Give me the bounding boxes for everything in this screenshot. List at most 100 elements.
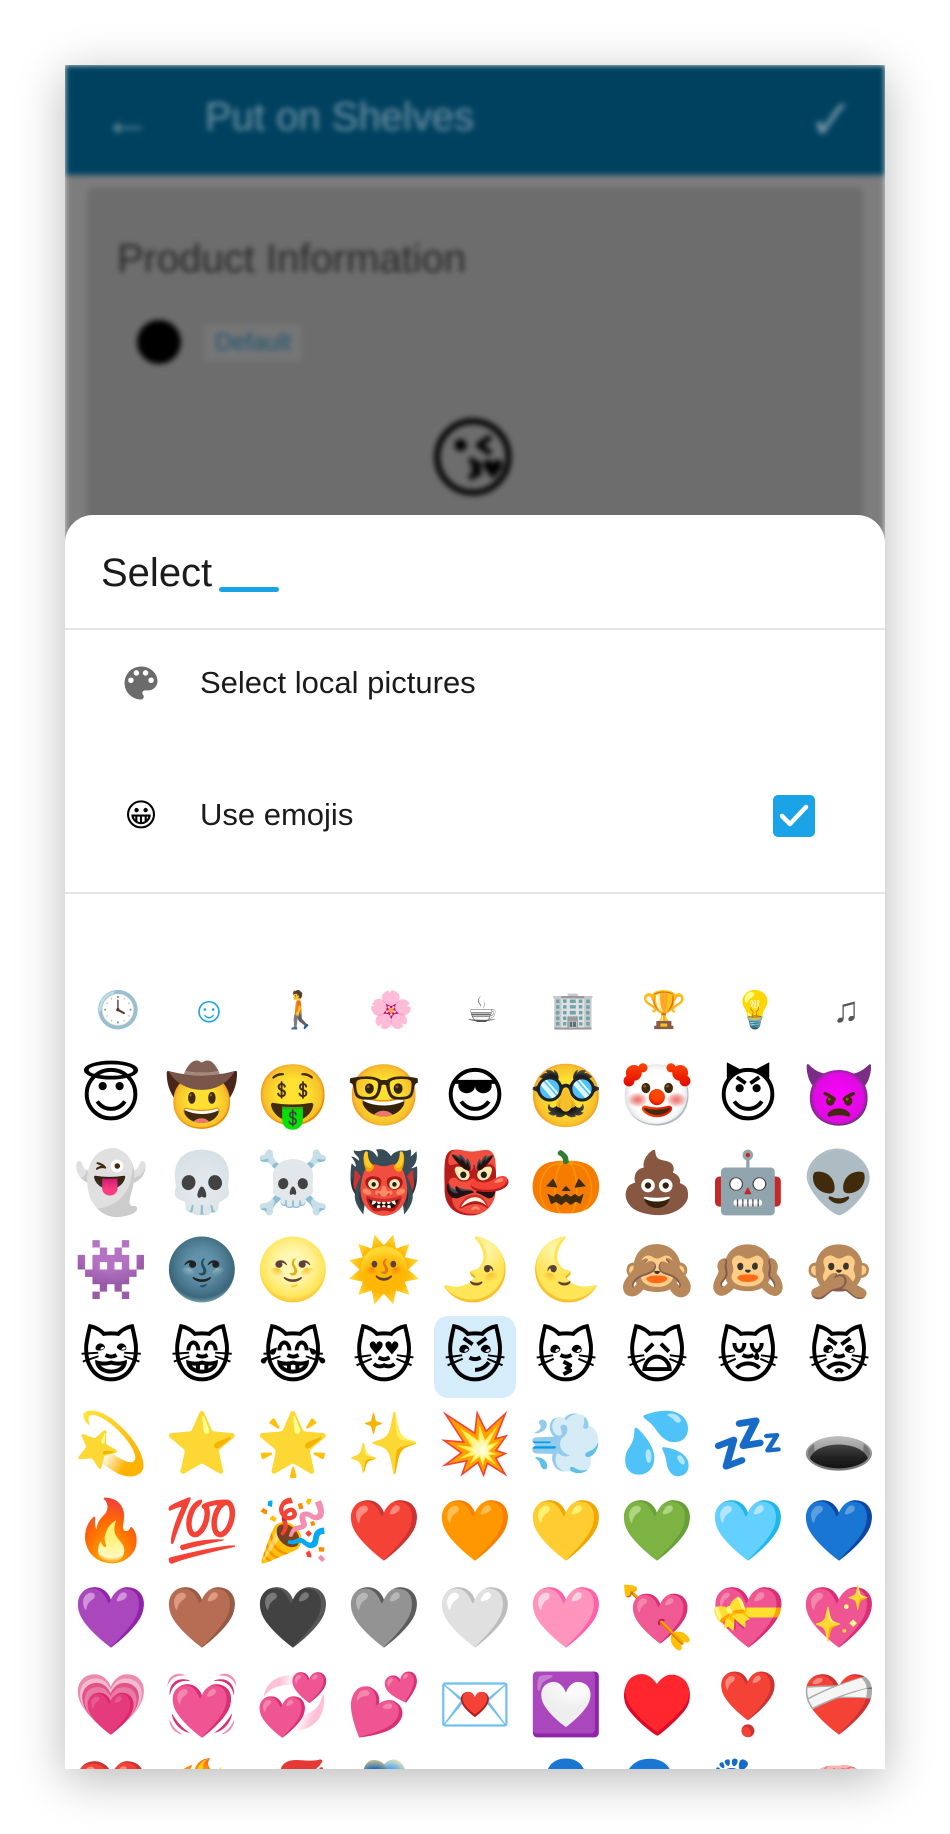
use-emojis-option[interactable]: 😀 Use emojis	[65, 765, 885, 875]
emoji-cell[interactable]: 🩶	[343, 1577, 425, 1659]
bottom-sheet: Select Select local pictures 😀 Use emoji…	[65, 515, 885, 1769]
emoji-cell[interactable]: 💜	[70, 1577, 152, 1659]
emoji-cell[interactable]: 💕	[343, 1664, 425, 1746]
emoji-cell[interactable]: 😼	[434, 1316, 516, 1398]
emoji-cell[interactable]: 🎃	[525, 1142, 607, 1224]
emoji-cell[interactable]: 💯	[161, 1490, 243, 1572]
emoji-cell[interactable]: ❤️	[343, 1490, 425, 1572]
emoji-cell[interactable]: 👺	[434, 1142, 516, 1224]
tab-activity[interactable]: 🚶	[265, 975, 335, 1045]
emoji-cell[interactable]: 🌜	[525, 1229, 607, 1311]
emoji-cell[interactable]: 😾	[798, 1316, 880, 1398]
emoji-cell[interactable]: 🙈	[616, 1229, 698, 1311]
emoji-cell[interactable]: 😺	[70, 1316, 152, 1398]
tab-food-drink[interactable]: ☕	[447, 975, 517, 1045]
emoji-cell[interactable]: ❤️‍🩹	[798, 1664, 880, 1746]
emoji-cell[interactable]: 🧡	[434, 1490, 516, 1572]
tab-smileys[interactable]: ☺	[174, 975, 244, 1045]
emoji-cell[interactable]: 👻	[70, 1142, 152, 1224]
emoji-cell[interactable]: 🧠	[798, 1751, 880, 1770]
emoji-cell[interactable]: 🌚	[161, 1229, 243, 1311]
emoji-cell[interactable]: 👣	[707, 1751, 789, 1770]
emoji-cell[interactable]: 😿	[707, 1316, 789, 1398]
emoji-cell[interactable]: 💀	[161, 1142, 243, 1224]
emoji-cell[interactable]: 🥸	[525, 1055, 607, 1137]
emoji-cell[interactable]: 💞	[252, 1664, 334, 1746]
emoji-cell[interactable]: 😇	[70, 1055, 152, 1137]
emoji-cell[interactable]: 👾	[70, 1229, 152, 1311]
emoji-cell[interactable]: 👿	[798, 1055, 880, 1137]
emoji-cell[interactable]: 💤	[707, 1403, 789, 1485]
emoji-cell[interactable]: ❣️	[707, 1664, 789, 1746]
emoji-cell[interactable]: 😹	[252, 1316, 334, 1398]
emoji-cell[interactable]: ✨	[343, 1403, 425, 1485]
tab-symbols[interactable]: ♫	[811, 975, 881, 1045]
tab-travel-places[interactable]: 🏢	[538, 975, 608, 1045]
emoji-cell[interactable]: 🌛	[434, 1229, 516, 1311]
emoji-cell[interactable]: ⭐	[161, 1403, 243, 1485]
select-local-pictures-option[interactable]: Select local pictures	[65, 633, 885, 743]
emoji-cell[interactable]: 😸	[161, 1316, 243, 1398]
emoji-cell[interactable]: 😎	[434, 1055, 516, 1137]
emoji-cell[interactable]: 💥	[434, 1403, 516, 1485]
emoji-cell[interactable]: 🖤	[252, 1577, 334, 1659]
emoji-cell[interactable]: 💘	[616, 1577, 698, 1659]
emoji-cell[interactable]: 😻	[343, 1316, 425, 1398]
option-label: Select local pictures	[200, 665, 476, 700]
emoji-cell[interactable]: 🤓	[343, 1055, 425, 1137]
emoji-cell[interactable]: 💌	[434, 1664, 516, 1746]
emoji-cell[interactable]: 💔	[70, 1751, 152, 1770]
emoji-cell[interactable]: 🙀	[616, 1316, 698, 1398]
emoji-cell[interactable]: 👤	[525, 1751, 607, 1770]
emoji-cell[interactable]: 🌟	[252, 1403, 334, 1485]
divider	[65, 892, 885, 894]
emoji-cell[interactable]: 🌞	[343, 1229, 425, 1311]
emoji-cell[interactable]: 🩷	[525, 1577, 607, 1659]
emoji-cell[interactable]: 💓	[161, 1664, 243, 1746]
divider	[65, 628, 885, 630]
emoji-cell[interactable]: 🤡	[616, 1055, 698, 1137]
tab-animals-nature[interactable]: 🌸	[356, 975, 426, 1045]
use-emojis-checkbox[interactable]	[773, 795, 815, 837]
emoji-cell[interactable]: 😽	[525, 1316, 607, 1398]
emoji-cell[interactable]: 💛	[525, 1490, 607, 1572]
emoji-cell[interactable]: ♥️	[616, 1664, 698, 1746]
emoji-cell[interactable]: 💟	[525, 1664, 607, 1746]
emoji-cell[interactable]: 🔥	[70, 1490, 152, 1572]
emoji-cell[interactable]: 👽	[798, 1142, 880, 1224]
emoji-cell[interactable]: 💋	[252, 1751, 334, 1770]
emoji-cell[interactable]: 💙	[798, 1490, 880, 1572]
emoji-cell[interactable]: ❤️‍🔥	[161, 1751, 243, 1770]
emoji-cell[interactable]: 💚	[616, 1490, 698, 1572]
emoji-cell[interactable]: 🩵	[707, 1490, 789, 1572]
sheet-title: Select	[101, 551, 213, 595]
tab-activities[interactable]: 🏆	[629, 975, 699, 1045]
emoji-cell[interactable]: 🤎	[161, 1577, 243, 1659]
emoji-cell[interactable]: 💨	[525, 1403, 607, 1485]
emoji-cell[interactable]: 🙊	[798, 1229, 880, 1311]
emoji-cell[interactable]: 🙉	[707, 1229, 789, 1311]
emoji-cell[interactable]: 🤑	[252, 1055, 334, 1137]
emoji-cell[interactable]: 💗	[70, 1664, 152, 1746]
emoji-cell[interactable]: ☠️	[252, 1142, 334, 1224]
emoji-cell[interactable]: 👥	[434, 1751, 516, 1770]
option-label: Use emojis	[200, 797, 354, 832]
emoji-cell[interactable]: 💦	[616, 1403, 698, 1485]
emoji-cell[interactable]: 💩	[616, 1142, 698, 1224]
grinning-face-icon: 😀	[124, 797, 158, 833]
tab-recent[interactable]: 🕓	[83, 975, 153, 1045]
emoji-cell[interactable]: 👹	[343, 1142, 425, 1224]
emoji-cell[interactable]: 💖	[798, 1577, 880, 1659]
emoji-cell[interactable]: 🎉	[252, 1490, 334, 1572]
emoji-cell[interactable]: 🤖	[707, 1142, 789, 1224]
emoji-cell[interactable]: 🤠	[161, 1055, 243, 1137]
emoji-cell[interactable]: 🕳️	[798, 1403, 880, 1485]
emoji-cell[interactable]: 💫	[70, 1403, 152, 1485]
emoji-cell[interactable]: 🫂	[343, 1751, 425, 1770]
emoji-cell[interactable]: 🗣️	[616, 1751, 698, 1770]
emoji-cell[interactable]: 💝	[707, 1577, 789, 1659]
tab-objects[interactable]: 💡	[720, 975, 790, 1045]
emoji-cell[interactable]: 🤍	[434, 1577, 516, 1659]
emoji-cell[interactable]: 🌝	[252, 1229, 334, 1311]
emoji-cell[interactable]: 😈	[707, 1055, 789, 1137]
